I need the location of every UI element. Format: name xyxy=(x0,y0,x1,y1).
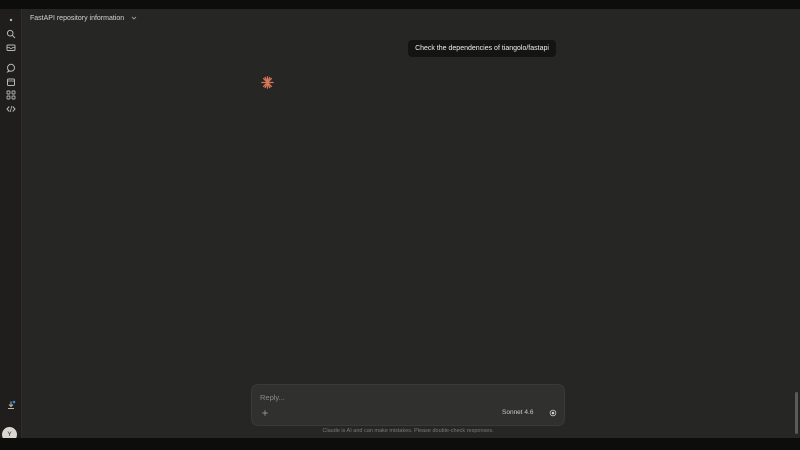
reply-input[interactable] xyxy=(260,391,490,403)
artifacts-button[interactable] xyxy=(4,88,17,101)
window-bottom-bar xyxy=(0,438,800,450)
code-icon xyxy=(5,105,16,112)
add-attachment-button[interactable] xyxy=(260,408,270,418)
user-message-text: Check the dependencies of tiangolo/fasta… xyxy=(415,45,549,52)
chat-header: FastAPI repository information xyxy=(22,9,800,27)
scrollbar[interactable] xyxy=(795,392,798,434)
voice-button[interactable] xyxy=(547,407,558,418)
disclaimer-text: Claude is AI and can make mistakes. Plea… xyxy=(322,428,494,434)
library-button[interactable] xyxy=(4,75,17,88)
window-top-bar xyxy=(0,0,800,9)
download-button[interactable] xyxy=(4,398,17,411)
claude-spark-icon xyxy=(261,76,274,89)
search-button[interactable] xyxy=(4,27,17,40)
chat-bubble-icon xyxy=(5,63,15,73)
inbox-icon xyxy=(6,44,15,51)
grid-icon xyxy=(6,90,15,99)
user-message: Check the dependencies of tiangolo/fasta… xyxy=(408,40,556,57)
search-icon xyxy=(6,29,15,38)
sidebar-icon xyxy=(9,18,12,21)
folder-icon xyxy=(6,78,15,86)
toggle-sidebar-button[interactable] xyxy=(4,13,17,26)
chats-button[interactable] xyxy=(4,61,17,74)
plus-icon xyxy=(262,410,268,416)
model-selector[interactable]: Sonnet 4.6 xyxy=(502,409,533,416)
projects-button[interactable] xyxy=(4,40,17,53)
code-button[interactable] xyxy=(4,102,17,115)
sidebar: Y xyxy=(0,9,22,442)
download-icon xyxy=(7,400,15,409)
voice-icon xyxy=(549,409,556,416)
chat-title[interactable]: FastAPI repository information xyxy=(30,15,124,22)
reply-composer: Sonnet 4.6 xyxy=(251,384,565,426)
chevron-down-icon[interactable] xyxy=(130,14,138,22)
